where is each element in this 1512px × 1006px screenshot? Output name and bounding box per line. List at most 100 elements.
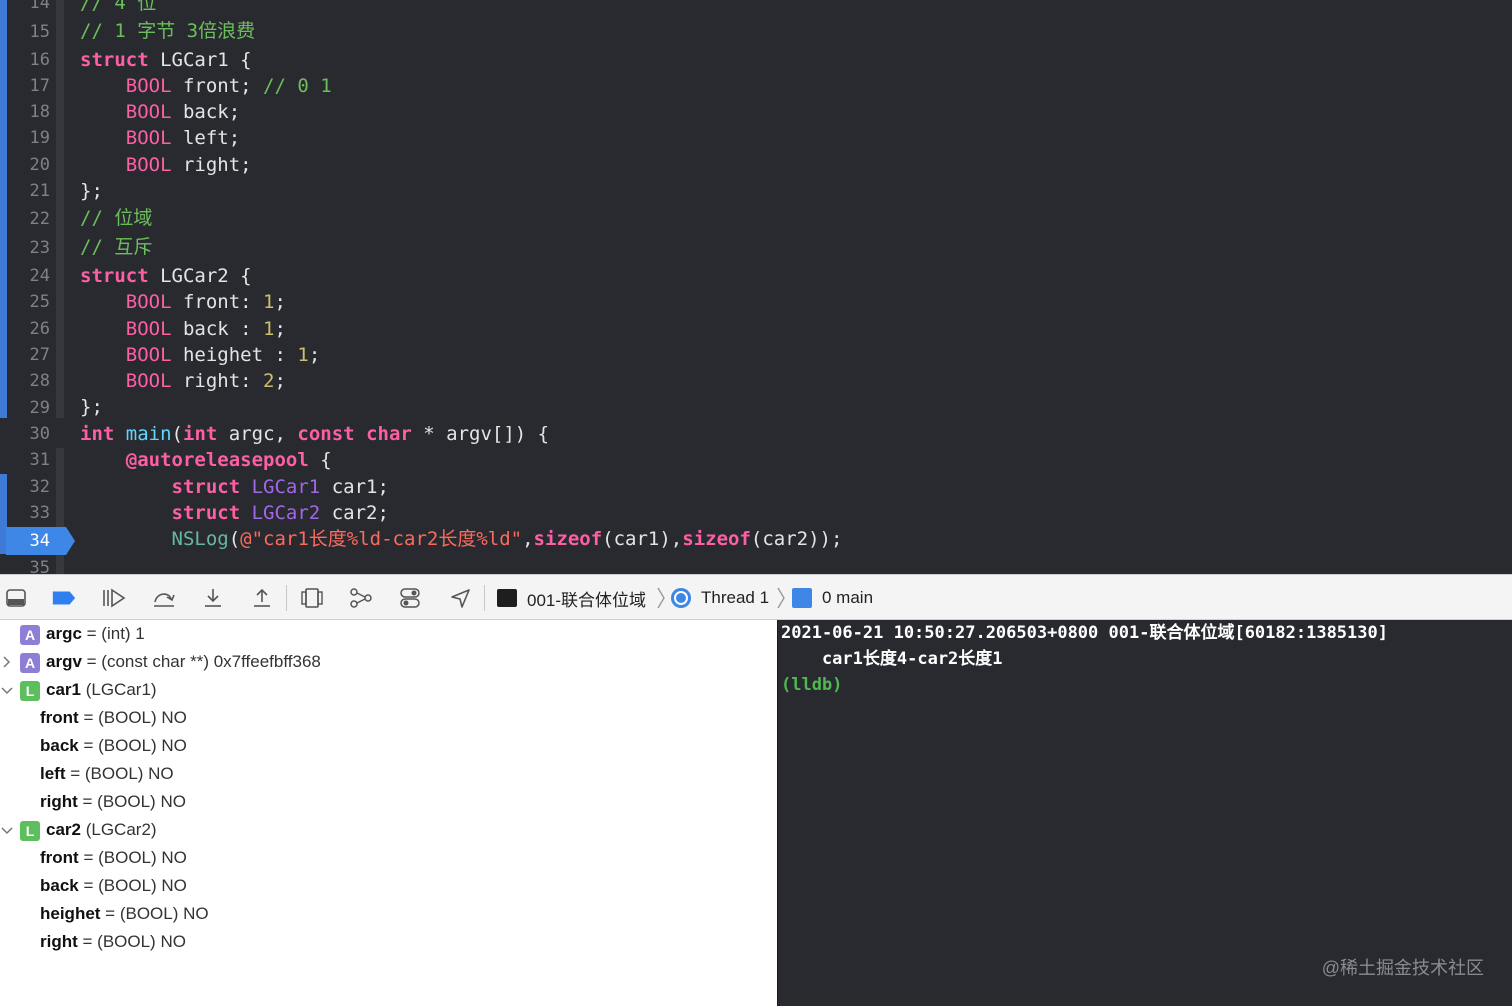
line-number: 23 <box>29 238 50 258</box>
variables-view[interactable]: Aargc = (int) 1 Aargv = (const char **) … <box>0 620 777 1006</box>
target-breadcrumb[interactable]: 001-联合体位域 <box>497 575 646 621</box>
member-name: right <box>40 932 78 951</box>
code-text: front: <box>171 291 264 313</box>
code-line[interactable]: }; <box>80 394 103 420</box>
comment: // 位域 <box>80 207 153 229</box>
code-line[interactable]: BOOL front; // 0 1 <box>80 73 332 99</box>
member-row[interactable]: heighet = (BOOL) NO <box>40 900 209 928</box>
string-literal: @"car1长度%ld-car2长度%ld" <box>240 528 523 550</box>
environment-overrides-icon[interactable] <box>397 585 423 611</box>
code-line[interactable]: struct LGCar1 car1; <box>80 474 389 500</box>
line-number: 33 <box>29 503 50 523</box>
step-over-icon[interactable] <box>151 585 177 611</box>
member-value: = (BOOL) NO <box>77 932 186 951</box>
variable-row[interactable]: Aargv = (const char **) 0x7ffeefbff368 <box>20 648 321 676</box>
member-name: front <box>40 848 79 867</box>
code-line[interactable]: int main(int argc, const char * argv[]) … <box>80 421 549 447</box>
keyword: char <box>366 423 412 445</box>
line-number: 28 <box>29 371 50 391</box>
toolbar-divider <box>484 585 485 611</box>
frame-name: 0 main <box>822 588 874 607</box>
code-line[interactable]: BOOL right; <box>80 152 252 178</box>
code-line[interactable]: // 互斥 <box>80 234 152 260</box>
variable-row[interactable]: Lcar2 (LGCar2) <box>20 816 157 844</box>
line-number: 19 <box>29 128 50 148</box>
line-number: 14 <box>29 0 50 13</box>
code-line[interactable]: struct LGCar1 { <box>80 47 252 73</box>
frame-breadcrumb[interactable]: 0 main <box>792 575 873 621</box>
line-number: 27 <box>29 345 50 365</box>
member-row[interactable]: front = (BOOL) NO <box>40 704 187 732</box>
variable-name: argv <box>46 652 82 671</box>
member-row[interactable]: right = (BOOL) NO <box>40 928 186 956</box>
memory-graph-icon[interactable] <box>348 585 374 611</box>
variable-value: = (int) 1 <box>81 624 145 643</box>
code-fold-ribbon[interactable] <box>56 448 64 574</box>
disclosure-expanded-icon[interactable] <box>0 816 14 844</box>
line-number: 35 <box>29 558 50 574</box>
current-code-line[interactable]: NSLog(@"car1长度%ld-car2长度%ld",sizeof(car1… <box>80 526 843 552</box>
code-line[interactable]: @autoreleasepool { <box>80 447 332 473</box>
member-row[interactable]: left = (BOOL) NO <box>40 760 174 788</box>
lldb-prompt[interactable]: (lldb) <box>781 672 842 698</box>
code-text: ( <box>228 528 241 550</box>
code-line[interactable]: BOOL front: 1; <box>80 289 286 315</box>
number: 1 <box>297 344 309 366</box>
keyword: @autoreleasepool <box>125 449 309 471</box>
code-text: * argv[]) { <box>411 423 550 445</box>
code-text: argc, <box>217 423 298 445</box>
member-row[interactable]: back = (BOOL) NO <box>40 732 187 760</box>
disclosure-expanded-icon[interactable] <box>0 676 14 704</box>
code-line[interactable]: struct LGCar2 car2; <box>80 500 389 526</box>
code-fold-ribbon[interactable] <box>56 0 64 418</box>
code-line[interactable]: // 位域 <box>80 205 152 231</box>
member-row[interactable]: back = (BOOL) NO <box>40 872 187 900</box>
variable-name: car1 <box>46 680 81 699</box>
member-name: back <box>40 736 79 755</box>
line-number: 25 <box>29 292 50 312</box>
step-out-icon[interactable] <box>249 585 275 611</box>
keyword: const <box>297 423 355 445</box>
code-line[interactable]: BOOL back : 1; <box>80 316 286 342</box>
simulate-location-icon[interactable] <box>447 585 473 611</box>
chevron-right-icon <box>777 587 785 609</box>
code-text: back; <box>171 101 241 123</box>
source-editor[interactable]: 14 15 16 17 18 19 20 21 22 23 24 25 26 2… <box>0 0 1512 574</box>
code-line[interactable]: BOOL right: 2; <box>80 368 286 394</box>
continue-icon[interactable] <box>100 585 126 611</box>
code-line[interactable]: }; <box>80 178 103 204</box>
code-line[interactable]: BOOL left; <box>80 125 240 151</box>
line-number: 20 <box>29 155 50 175</box>
code-line[interactable]: BOOL back; <box>80 99 240 125</box>
member-row[interactable]: front = (BOOL) NO <box>40 844 187 872</box>
code-line[interactable]: // 4 位 <box>80 0 156 16</box>
code-text: (car1), <box>602 528 683 550</box>
step-into-icon[interactable] <box>200 585 226 611</box>
hide-debug-area-icon[interactable] <box>3 585 29 611</box>
code-text: car2; <box>320 502 389 524</box>
code-line[interactable]: BOOL heighet : 1; <box>80 342 321 368</box>
thread-breadcrumb[interactable]: Thread 1 <box>671 575 769 621</box>
disclosure-collapsed-icon[interactable] <box>0 648 14 676</box>
breakpoints-toggle-icon[interactable] <box>51 585 77 611</box>
line-number: 24 <box>29 266 50 286</box>
code-line[interactable]: struct LGCar2 { <box>80 263 252 289</box>
variable-row[interactable]: Aargc = (int) 1 <box>20 620 145 648</box>
comment: // 互斥 <box>80 236 153 258</box>
type-name: LGCar2 <box>251 502 321 524</box>
keyword: struct <box>171 476 241 498</box>
code-line[interactable]: // 1 字节 3倍浪费 <box>80 18 255 44</box>
variable-row[interactable]: Lcar1 (LGCar1) <box>20 676 157 704</box>
console-output[interactable]: 2021-06-21 10:50:27.206503+0800 001-联合体位… <box>777 620 1512 1006</box>
code-text: ; <box>274 318 286 340</box>
member-name: back <box>40 876 79 895</box>
member-row[interactable]: right = (BOOL) NO <box>40 788 186 816</box>
view-hierarchy-icon[interactable] <box>299 585 325 611</box>
number: 1 <box>263 318 275 340</box>
line-number-gutter[interactable]: 14 15 16 17 18 19 20 21 22 23 24 25 26 2… <box>0 0 75 574</box>
